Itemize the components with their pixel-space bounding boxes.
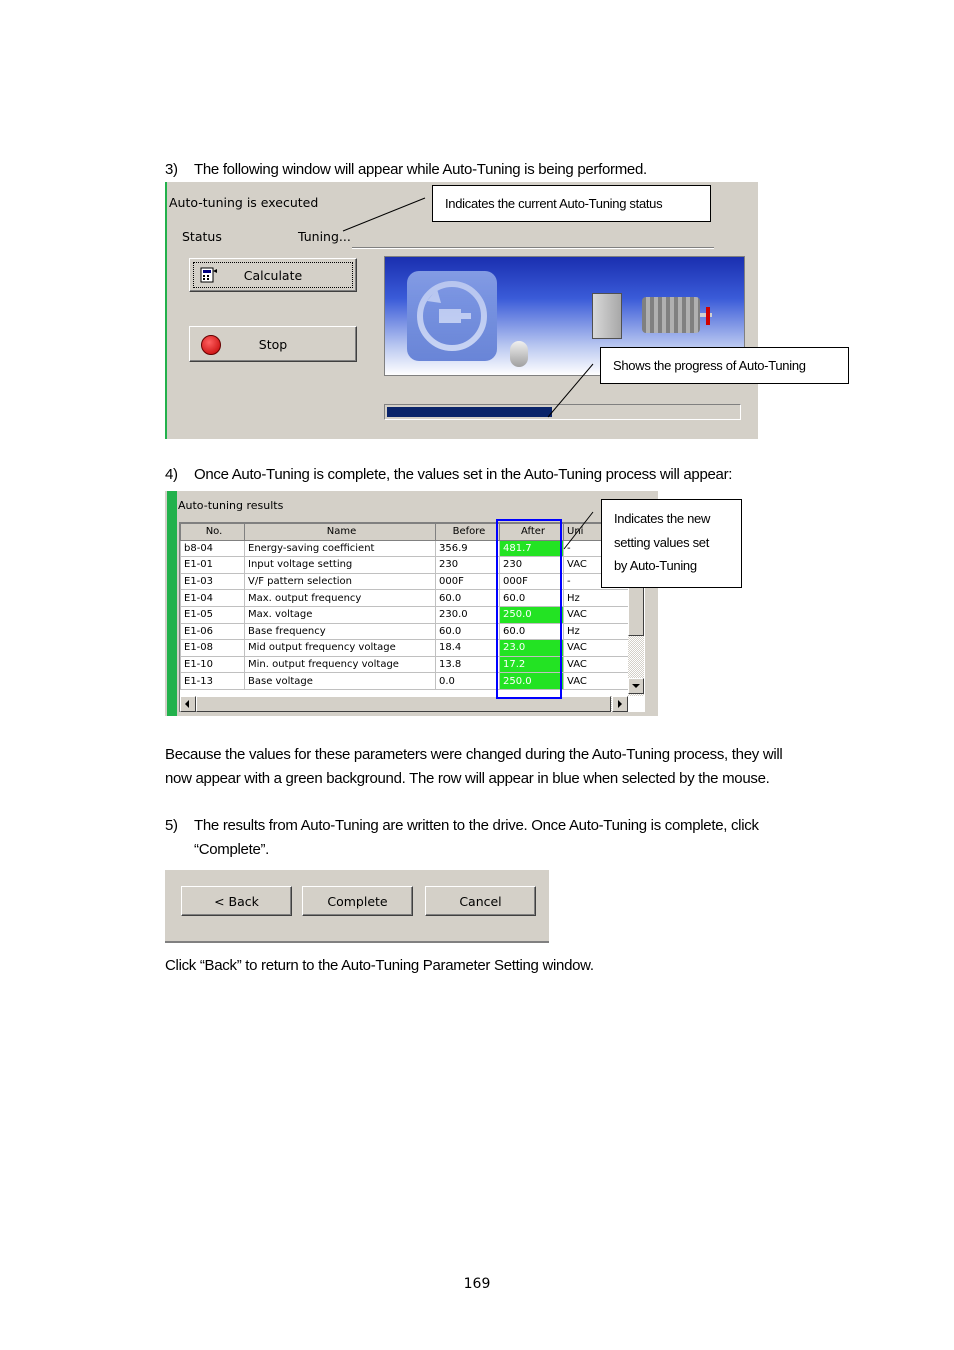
new-values-callout: Indicates the new setting values set by … <box>601 499 742 588</box>
back-button[interactable]: < Back <box>181 886 292 916</box>
page-number: 169 <box>463 1276 491 1292</box>
step-5-text: 5) The results from Auto-Tuning are writ… <box>165 814 894 862</box>
cancel-button[interactable]: Cancel <box>425 886 536 916</box>
step-4-leader-line <box>563 511 594 550</box>
step-5-number: 5) <box>165 817 178 834</box>
back-instruction: Click “Back” to return to the Auto-Tunin… <box>165 957 594 974</box>
changed-values-paragraph: Because the values for these parameters … <box>165 746 783 787</box>
wizard-button-bar: < Back Complete Cancel <box>165 869 549 943</box>
complete-button[interactable]: Complete <box>302 886 413 916</box>
